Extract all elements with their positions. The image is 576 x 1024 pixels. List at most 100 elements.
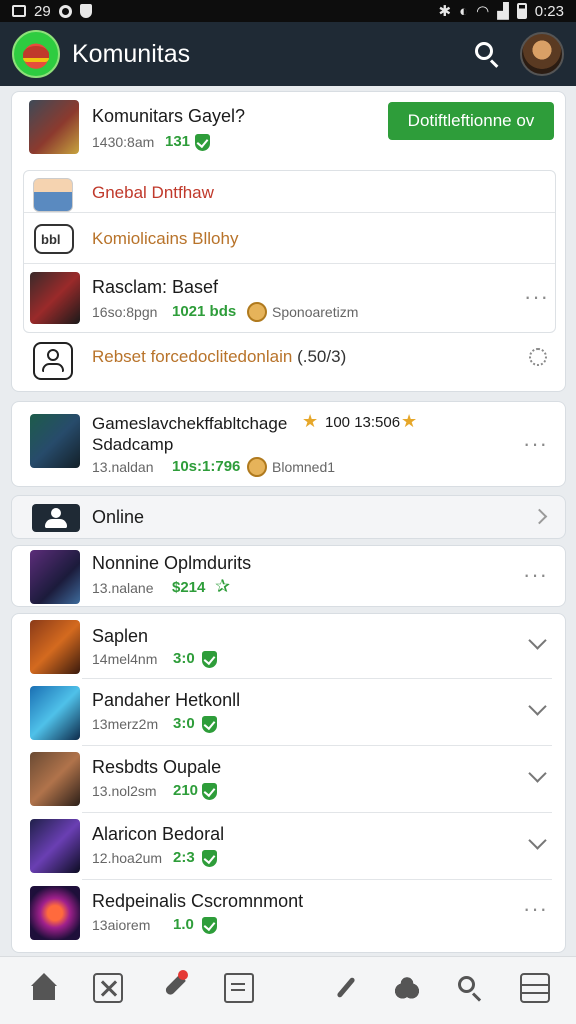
game-title: Pandaher Hetkonll — [92, 690, 241, 710]
settings-icon[interactable] — [529, 348, 547, 366]
search-icon[interactable] — [472, 39, 502, 69]
profile-avatar[interactable] — [520, 32, 564, 76]
game-count: 3:0 — [173, 650, 195, 667]
event-time: 13.naldan — [92, 459, 154, 475]
chevron-down-icon[interactable] — [528, 831, 547, 850]
app-logo — [12, 30, 60, 78]
event-count: 10s:1:796 — [172, 458, 241, 475]
home-icon[interactable] — [30, 973, 60, 1003]
game-count: 2:3 — [173, 849, 195, 866]
more-options-icon[interactable]: ··· — [523, 898, 548, 920]
notification-badge — [178, 970, 188, 980]
nonnine-time: 13.nalane — [92, 580, 154, 596]
game-title: Resbdts Oupale — [92, 757, 222, 777]
verified-icon — [195, 134, 210, 151]
gallery-icon — [12, 5, 26, 17]
game-title: Alaricon Bedoral — [92, 824, 225, 844]
community-thumbnail[interactable] — [29, 100, 79, 154]
news-icon[interactable] — [224, 973, 254, 1003]
recommended-row[interactable]: Rebset forcedoclitedonlain (.50/3) — [92, 347, 346, 367]
online-row[interactable]: Online — [11, 495, 566, 539]
community-icon[interactable] — [392, 973, 422, 1003]
event-thumbnail[interactable] — [30, 414, 80, 468]
signal-icon: ▟ — [497, 3, 509, 20]
community-sections: Gnebal Dntfhaw bbl Komiolicains Bllohy R… — [23, 170, 556, 333]
section-general[interactable]: Gnebal Dntfhaw — [92, 183, 214, 203]
game-title[interactable]: Rasclam: Basef — [92, 277, 218, 298]
event-extra: Blomned1 — [272, 459, 336, 475]
verified-icon — [202, 716, 217, 733]
section-communities[interactable]: Komiolicains Bllohy — [92, 229, 238, 249]
game-count: 3:0 — [173, 715, 195, 732]
game-thumbnail[interactable] — [30, 886, 80, 940]
star-icon: ★ — [302, 411, 319, 431]
game-thumbnail[interactable] — [30, 819, 80, 873]
game-time: 13.nol2sm — [92, 783, 157, 799]
bluetooth-icon: ✱ — [438, 3, 452, 20]
nonnine-count: $214 — [172, 579, 206, 596]
nonnine-card: Nonnine Oplmdurits 13.nalane $214 ✰ ··· — [11, 545, 566, 607]
game-title: Saplen — [92, 626, 149, 646]
coin-icon — [247, 457, 267, 477]
game-count: 1.0 — [173, 916, 194, 933]
chevron-down-icon[interactable] — [528, 764, 547, 783]
game-thumbnail[interactable] — [30, 620, 80, 674]
community-count: 131 — [165, 133, 191, 150]
chevron-down-icon[interactable] — [528, 697, 547, 716]
chevron-down-icon[interactable] — [528, 631, 547, 650]
game-time: 12.hoa2um — [92, 850, 163, 866]
nonnine-thumbnail[interactable] — [30, 550, 80, 604]
user-avatar-icon — [33, 178, 73, 212]
verified-icon — [202, 917, 217, 934]
user-profile-icon — [33, 342, 73, 380]
community-card: Komunitars Gayel? 1430:8am 131 Dotiftlef… — [11, 91, 566, 392]
game-thumbnail[interactable] — [30, 272, 80, 324]
nonnine-title[interactable]: Nonnine Oplmdurits — [92, 553, 251, 574]
game-thumbnail[interactable] — [30, 752, 80, 806]
sponsor-label: Sponoaretizm — [272, 304, 359, 320]
game-count: 1021 bds — [172, 303, 237, 320]
nfc-icon: ◐ — [459, 2, 469, 20]
wifi-icon: ◠ — [476, 3, 490, 20]
game-time: 13aiorem — [92, 917, 151, 933]
rocket-icon[interactable] — [160, 970, 190, 1003]
verified-icon — [202, 850, 217, 867]
battery-icon — [516, 3, 527, 19]
more-options-icon[interactable]: ··· — [523, 433, 548, 455]
coin-icon — [247, 302, 267, 322]
game-list: Saplen 14mel4nm 3:0 Pandaher Hetkonll 13… — [11, 613, 566, 953]
online-label: Online — [92, 507, 145, 527]
status-time-left: 29 — [34, 2, 51, 20]
game-count: 210 — [173, 782, 199, 799]
verified-icon — [202, 651, 217, 668]
event-card: Gameslavchekffabltchage ★ 100 13:506 ★ S… — [11, 401, 566, 487]
game-title: Redpeinalis Cscromnmont — [92, 891, 304, 911]
more-options-icon[interactable]: ··· — [524, 286, 549, 308]
shield-icon — [79, 4, 92, 18]
brackets-icon: bbl — [34, 224, 74, 254]
event-title-line2: Sdadcamp — [92, 435, 174, 454]
event-title-line1[interactable]: Gameslavchekffabltchage — [92, 414, 287, 434]
game-time: 16so:8pgn — [92, 304, 158, 320]
verified-icon — [202, 783, 217, 800]
game-time: 14mel4nm — [92, 651, 158, 667]
app-bar: Komunitas — [0, 22, 576, 86]
follow-button[interactable]: Dotiftleftionne ov — [388, 102, 554, 140]
search-icon[interactable] — [455, 973, 485, 1003]
status-time-right: 0:23 — [534, 2, 564, 20]
menu-icon[interactable] — [520, 973, 550, 1003]
app-title: Komunitas — [72, 39, 191, 68]
star-icon: ✰ — [215, 576, 231, 596]
community-title[interactable]: Komunitars Gayel? — [92, 106, 245, 127]
event-stats: 100 13:506 — [325, 414, 401, 431]
online-users-icon — [32, 504, 80, 532]
star-icon: ★ — [401, 411, 418, 431]
status-bar: 29 ✱ ◐ ◠ ▟ 0:23 — [0, 0, 576, 22]
more-options-icon[interactable]: ··· — [523, 564, 548, 586]
bottom-navigation — [0, 956, 576, 1024]
game-thumbnail[interactable] — [30, 686, 80, 740]
games-icon[interactable] — [93, 973, 123, 1003]
pen-icon[interactable] — [330, 973, 360, 1003]
chevron-right-icon — [531, 508, 548, 525]
settings-circle-icon — [58, 4, 72, 18]
